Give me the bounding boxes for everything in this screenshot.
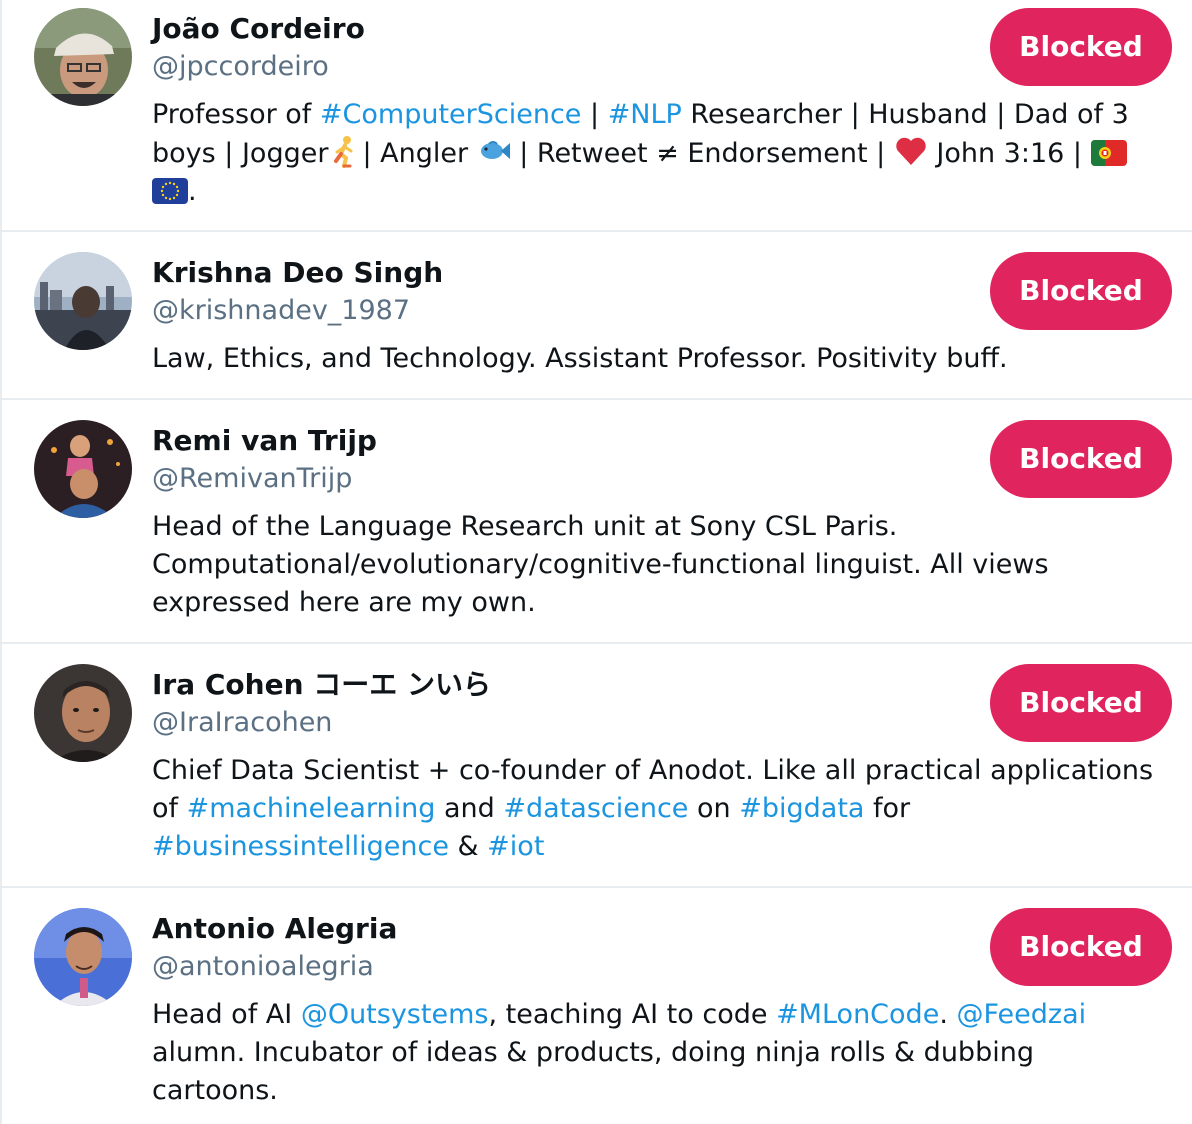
bio-text: | Retweet ≠ Endorsement | [510,138,894,169]
user-bio: Law, Ethics, and Technology. Assistant P… [152,340,1164,378]
bio-text: on [688,793,740,824]
bio-text: for [864,793,911,824]
user-handle[interactable]: @antonioalegria [152,950,374,984]
bio-text: expressed here are my own. [152,587,536,618]
bio-text: alumn. Incubator of ideas & products, do… [152,1037,1034,1068]
blocked-accounts-list: João Cordeiro @jpccordeiro Blocked Profe… [0,0,1192,1124]
user-handle[interactable]: @IraIracohen [152,706,332,740]
bio-text: of [152,793,187,824]
avatar[interactable] [34,908,132,1006]
hashtag-link[interactable]: #iot [487,831,544,862]
hashtag-link[interactable]: #MLonCode [776,999,939,1030]
user-bio: Head of the Language Research unit at So… [152,508,1164,622]
avatar[interactable] [34,252,132,350]
bio-text: . [939,999,957,1030]
display-name[interactable]: Ira Cohen コーエ ンいら [152,668,491,702]
runner-emoji-icon [328,134,362,168]
hashtag-link[interactable]: #bigdata [739,793,864,824]
display-name[interactable]: Krishna Deo Singh [152,256,443,290]
bio-text: boys | Jogger [152,138,329,169]
user-cell[interactable]: Antonio Alegria @antonioalegria Blocked … [2,888,1192,1124]
blocked-button[interactable]: Blocked [990,420,1172,498]
avatar[interactable] [34,664,132,762]
blocked-button[interactable]: Blocked [990,8,1172,86]
display-name[interactable]: João Cordeiro [152,12,365,46]
mention-link[interactable]: @Feedzai [956,999,1086,1030]
bio-text: John 3:16 | [927,138,1091,169]
avatar[interactable] [34,8,132,106]
user-cell[interactable]: João Cordeiro @jpccordeiro Blocked Profe… [2,0,1192,232]
display-name[interactable]: Antonio Alegria [152,912,397,946]
display-name[interactable]: Remi van Trijp [152,424,377,458]
user-bio: Head of AI @Outsystems, teaching AI to c… [152,996,1164,1110]
user-bio: Chief Data Scientist + co-founder of Ano… [152,752,1164,866]
hashtag-link[interactable]: #datascience [503,793,688,824]
hashtag-link[interactable]: #machinelearning [187,793,436,824]
hashtag-link[interactable]: #NLP [608,99,682,130]
heart-icon [894,134,928,168]
bio-text: | [581,99,608,130]
user-bio: Professor of #ComputerScience | #NLP Res… [152,96,1164,211]
blocked-button[interactable]: Blocked [990,252,1172,330]
bio-text: Chief Data Scientist + co-founder of Ano… [152,755,1154,786]
user-handle[interactable]: @RemivanTrijp [152,462,352,496]
bio-text: and [435,793,504,824]
user-handle[interactable]: @krishnadev_1987 [152,294,410,328]
blocked-button[interactable]: Blocked [990,664,1172,742]
user-cell[interactable]: Krishna Deo Singh @krishnadev_1987 Block… [2,232,1192,400]
mention-link[interactable]: @Outsystems [301,999,489,1030]
bio-text: & [448,831,488,862]
portugal-flag-icon [1090,140,1127,166]
bio-text: Computational/evolutionary/cognitive-fun… [152,549,1049,580]
user-cell[interactable]: Remi van Trijp @RemivanTrijp Blocked Hea… [2,400,1192,644]
hashtag-link[interactable]: #ComputerScience [320,99,582,130]
bio-text: , teaching AI to code [488,999,777,1030]
avatar[interactable] [34,420,132,518]
user-cell[interactable]: Ira Cohen コーエ ンいら @IraIracohen Blocked C… [2,644,1192,888]
fish-icon [477,134,511,168]
bio-text: cartoons. [152,1075,278,1106]
bio-text: Researcher | Husband | Dad of 3 [681,99,1129,130]
bio-text: . [188,176,197,207]
user-handle[interactable]: @jpccordeiro [152,50,329,84]
eu-flag-icon [152,178,188,204]
bio-text: Head of AI [152,999,301,1030]
hashtag-link[interactable]: #businessintelligence [152,831,449,862]
bio-text: | Angler [362,138,477,169]
bio-text: Professor of [152,99,320,130]
bio-text: Law, Ethics, and Technology. Assistant P… [152,343,1008,374]
blocked-button[interactable]: Blocked [990,908,1172,986]
bio-text: Head of the Language Research unit at So… [152,511,898,542]
